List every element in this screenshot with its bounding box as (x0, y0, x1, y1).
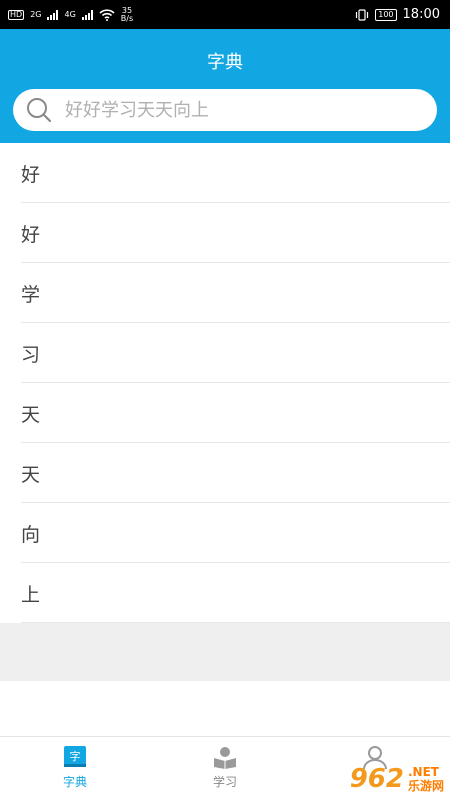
hd-indicator: HD (8, 9, 25, 20)
watermark-site-name: 乐游网 (407, 779, 444, 793)
svg-text:字: 字 (70, 749, 81, 763)
list-item[interactable]: 习 (0, 323, 450, 383)
watermark: 962 .NET 乐游网 (350, 764, 444, 794)
network-speed-unit: B/s (120, 13, 134, 23)
search-icon (25, 96, 53, 124)
network-type-1: 2G (30, 9, 42, 19)
tab-study-label: 学习 (212, 775, 237, 789)
network-type-2: 4G (64, 9, 76, 19)
tab-dictionary-label: 字典 (62, 775, 87, 789)
list-item[interactable]: 天 (0, 443, 450, 503)
tab-dictionary[interactable]: 字 字典 (0, 737, 150, 800)
watermark-suffix: .NET (407, 765, 439, 779)
list-item[interactable]: 好 (0, 143, 450, 203)
status-bar: HD 2G 4G 35 B/s 100 18:00 (0, 0, 450, 29)
watermark-logo: 962 (349, 764, 404, 794)
study-icon (214, 747, 236, 769)
tab-study[interactable]: 学习 (150, 737, 300, 800)
wifi-icon (99, 8, 115, 21)
network-speed: 35 B/s (120, 6, 134, 23)
watermark-text: .NET 乐游网 (408, 765, 444, 793)
list-footer-band (0, 623, 450, 681)
search-input[interactable] (65, 99, 405, 121)
app-header: 字典 (0, 29, 450, 143)
list-item[interactable]: 上 (0, 563, 450, 623)
vibrate-icon (356, 8, 369, 21)
battery-indicator: 100 (375, 8, 397, 21)
status-left: HD 2G 4G 35 B/s (8, 6, 134, 23)
page-title: 字典 (207, 52, 243, 73)
signal-icon (47, 9, 59, 20)
list-item[interactable]: 向 (0, 503, 450, 563)
signal-icon-2 (81, 9, 93, 20)
search-bar[interactable] (13, 89, 437, 131)
character-list: 好 好 学 习 天 天 向 上 (0, 143, 450, 623)
list-item[interactable]: 天 (0, 383, 450, 443)
list-item[interactable]: 学 (0, 263, 450, 323)
list-item[interactable]: 好 (0, 203, 450, 263)
dictionary-icon: 字 (64, 746, 86, 767)
clock: 18:00 (402, 7, 440, 22)
status-right: 100 18:00 (355, 7, 440, 22)
